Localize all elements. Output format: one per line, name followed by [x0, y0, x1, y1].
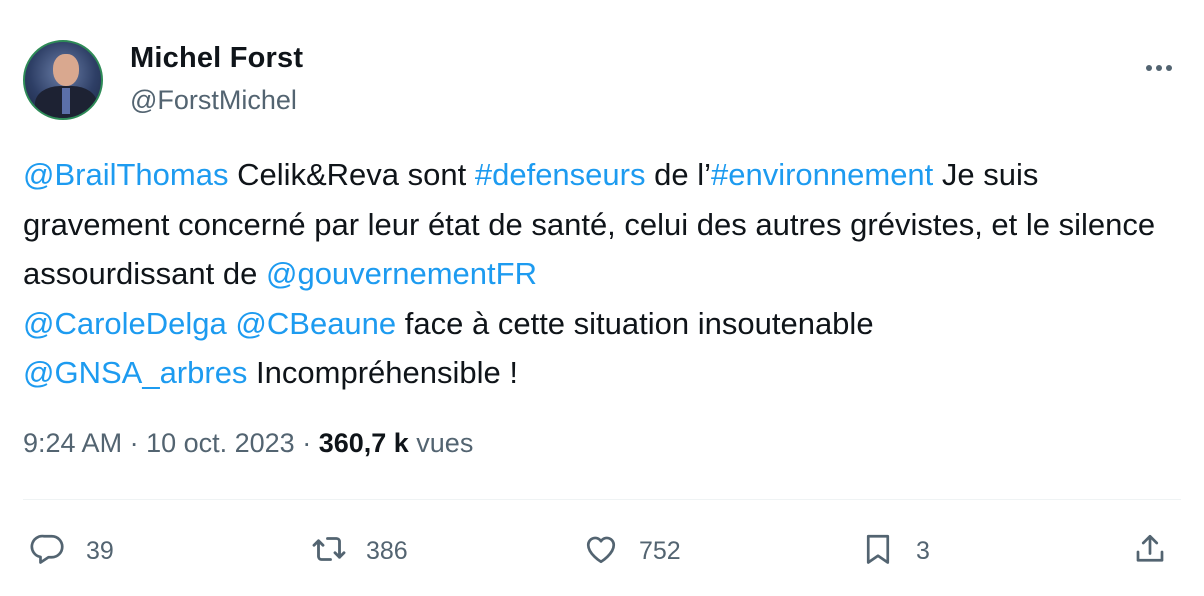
mention-link[interactable]: @gouvernementFR: [266, 256, 537, 291]
avatar-tie-shape: [62, 88, 70, 114]
tweet-meta: 9:24 AM · 10 oct. 2023 · 360,7 k vues: [23, 428, 473, 459]
more-icon[interactable]: [1145, 48, 1173, 80]
bookmark-count: 3: [916, 536, 930, 565]
tweet-text-segment: face à cette situation insoutenable: [396, 305, 874, 341]
mention-link[interactable]: @BrailThomas: [23, 157, 228, 192]
avatar-head-shape: [53, 54, 79, 86]
views-count: 360,7 k: [318, 428, 409, 458]
like-button[interactable]: 752: [583, 528, 681, 574]
mention-link[interactable]: @CBeaune: [235, 306, 396, 341]
tweet-text-segment: Celik&Reva sont: [228, 157, 475, 192]
mention-link[interactable]: @CaroleDelga: [23, 306, 227, 341]
hashtag-link[interactable]: #defenseurs: [475, 157, 646, 192]
divider: [23, 499, 1181, 500]
repost-count: 386: [366, 536, 408, 565]
views-label: vues: [408, 428, 474, 458]
tweet-time[interactable]: 9:24 AM: [23, 428, 122, 458]
hashtag-link[interactable]: #environnement: [711, 157, 933, 192]
avatar[interactable]: [23, 40, 103, 120]
reply-button[interactable]: 39: [30, 528, 114, 574]
tweet-date[interactable]: 10 oct. 2023: [146, 428, 295, 458]
share-button[interactable]: [1132, 528, 1168, 574]
like-count: 752: [639, 536, 681, 565]
tweet-text: @BrailThomas Celik&Reva sont #defenseurs…: [23, 150, 1173, 398]
repost-icon: [306, 531, 352, 572]
tweet-text-segment: de l’: [645, 157, 711, 192]
author-name[interactable]: Michel Forst: [130, 42, 303, 75]
bookmark-icon: [860, 531, 896, 572]
tweet-text-segment: Incompréhensible !: [247, 355, 518, 390]
reply-icon: [30, 531, 66, 572]
bookmark-button[interactable]: 3: [860, 528, 930, 574]
repost-button[interactable]: 386: [306, 528, 408, 574]
reply-count: 39: [86, 536, 114, 565]
mention-link[interactable]: @GNSA_arbres: [23, 355, 247, 390]
heart-icon: [583, 531, 619, 572]
meta-separator: ·: [294, 428, 319, 458]
share-icon: [1132, 531, 1168, 572]
meta-separator: ·: [122, 428, 147, 458]
author-handle[interactable]: @ForstMichel: [130, 85, 297, 116]
